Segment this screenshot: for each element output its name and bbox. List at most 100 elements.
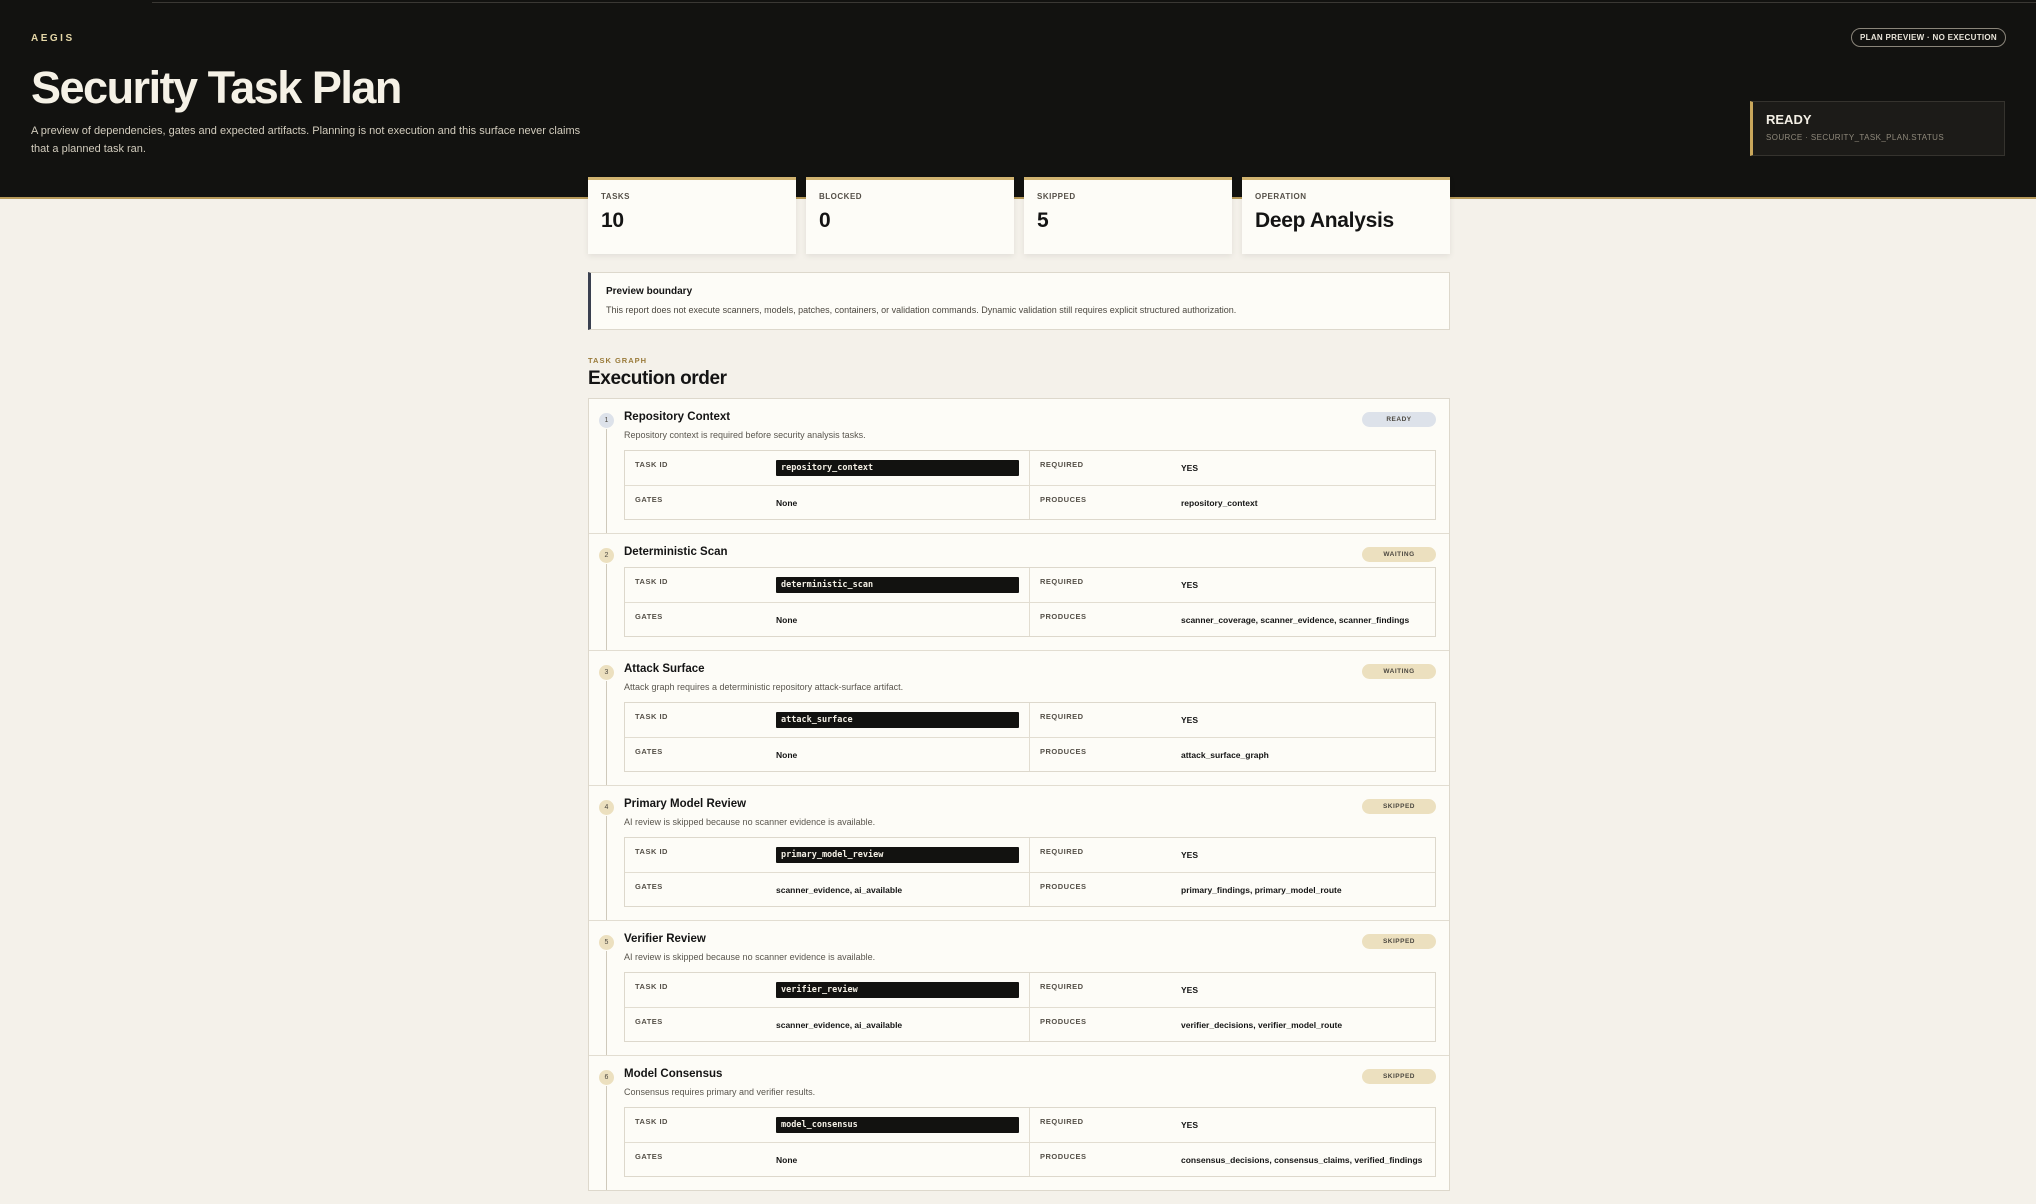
- task-id-code: model_consensus: [776, 1117, 1019, 1133]
- field-label: GATES: [635, 1017, 663, 1026]
- field-label: REQUIRED: [1040, 982, 1084, 991]
- gates-value: scanner_evidence, ai_available: [776, 884, 903, 895]
- field-label: TASK ID: [635, 577, 668, 586]
- field-label: TASK ID: [635, 1117, 668, 1126]
- field-label: REQUIRED: [1040, 577, 1084, 586]
- required-cell: REQUIRED YES: [1030, 973, 1435, 1008]
- required-value: YES: [1181, 715, 1199, 725]
- task-id-code: deterministic_scan: [776, 577, 1019, 593]
- required-cell: REQUIRED YES: [1030, 568, 1435, 603]
- field-label: PRODUCES: [1040, 882, 1087, 891]
- field-label: TASK ID: [635, 982, 668, 991]
- field-label: GATES: [635, 495, 663, 504]
- field-label: PRODUCES: [1040, 612, 1087, 621]
- required-value: YES: [1181, 463, 1199, 473]
- task-name: Model Consensus: [624, 1068, 723, 1080]
- mode-pill: PLAN PREVIEW · NO EXECUTION: [1851, 28, 2006, 47]
- task-id-cell: TASK ID attack_surface: [625, 703, 1030, 738]
- gates-value: scanner_evidence, ai_available: [776, 1019, 903, 1030]
- gates-value: None: [776, 749, 798, 760]
- produces-cell: PRODUCES consensus_decisions, consensus_c…: [1030, 1143, 1435, 1176]
- gates-cell: GATES None: [625, 486, 1030, 519]
- task-details: TASK ID attack_surface REQUIRED YES GATES N…: [624, 702, 1436, 772]
- step-number: 6: [599, 1070, 614, 1085]
- field-label: PRODUCES: [1040, 1017, 1087, 1026]
- field-label: REQUIRED: [1040, 847, 1084, 856]
- notice-text: This report does not execute scanners, m…: [606, 305, 1237, 315]
- field-label: TASK ID: [635, 712, 668, 721]
- task-item: 3 Attack Surface WAITING Attack graph re…: [589, 651, 1449, 786]
- timeline-rail: [606, 681, 607, 785]
- stat-card-blocked: BLOCKED 0: [806, 177, 1014, 254]
- status-badge: SKIPPED: [1362, 1069, 1436, 1084]
- status-badge: WAITING: [1362, 664, 1436, 679]
- required-value: YES: [1181, 1120, 1199, 1130]
- task-item: 6 Model Consensus SKIPPED Consensus requ…: [589, 1056, 1449, 1190]
- stats-row: TASKS 10 BLOCKED 0 SKIPPED 5 OPERATION D…: [588, 177, 1450, 254]
- stat-label: SKIPPED: [1037, 192, 1076, 201]
- produces-cell: PRODUCES verifier_decisions, verifier_mod…: [1030, 1008, 1435, 1041]
- field-label: REQUIRED: [1040, 712, 1084, 721]
- field-label: PRODUCES: [1040, 1152, 1087, 1161]
- stat-card-skipped: SKIPPED 5: [1024, 177, 1232, 254]
- stat-label: OPERATION: [1255, 192, 1307, 201]
- plan-status-value: READY: [1766, 112, 1812, 127]
- field-label: GATES: [635, 747, 663, 756]
- timeline-rail: [606, 816, 607, 920]
- task-id-code: primary_model_review: [776, 847, 1019, 863]
- task-name: Attack Surface: [624, 663, 705, 675]
- task-description: AI review is skipped because no scanner …: [624, 952, 876, 962]
- task-id-cell: TASK ID verifier_review: [625, 973, 1030, 1008]
- stat-value: 10: [601, 209, 624, 232]
- step-number: 5: [599, 935, 614, 950]
- step-number: 2: [599, 548, 614, 563]
- task-name: Verifier Review: [624, 933, 706, 945]
- task-list: 1 Repository Context READY Repository co…: [588, 398, 1450, 1191]
- task-id-code: verifier_review: [776, 982, 1019, 998]
- header-top-divider: [152, 2, 2036, 3]
- required-cell: REQUIRED YES: [1030, 1108, 1435, 1143]
- produces-cell: PRODUCES repository_context: [1030, 486, 1435, 519]
- stat-card-tasks: TASKS 10: [588, 177, 796, 254]
- step-number: 3: [599, 665, 614, 680]
- produces-cell: PRODUCES primary_findings, primary_model_…: [1030, 873, 1435, 906]
- task-item: 1 Repository Context READY Repository co…: [589, 399, 1449, 534]
- task-description: Attack graph requires a deterministic re…: [624, 682, 904, 692]
- timeline-rail: [606, 564, 607, 650]
- gates-cell: GATES None: [625, 603, 1030, 636]
- field-label: GATES: [635, 1152, 663, 1161]
- field-label: PRODUCES: [1040, 747, 1087, 756]
- task-details: TASK ID primary_model_review REQUIRED YES …: [624, 837, 1436, 907]
- field-label: GATES: [635, 882, 663, 891]
- page-description: A preview of dependencies, gates and exp…: [31, 125, 581, 155]
- task-item: 5 Verifier Review SKIPPED AI review is s…: [589, 921, 1449, 1056]
- field-label: TASK ID: [635, 460, 668, 469]
- required-value: YES: [1181, 580, 1199, 590]
- task-id-cell: TASK ID model_consensus: [625, 1108, 1030, 1143]
- task-id-cell: TASK ID primary_model_review: [625, 838, 1030, 873]
- field-label: REQUIRED: [1040, 1117, 1084, 1126]
- step-number: 1: [599, 413, 614, 428]
- stat-label: TASKS: [601, 192, 631, 201]
- produces-value: attack_surface_graph: [1181, 749, 1269, 760]
- produces-value: scanner_coverage, scanner_evidence, scan…: [1181, 614, 1410, 625]
- task-item: 4 Primary Model Review SKIPPED AI review…: [589, 786, 1449, 921]
- stat-value: 0: [819, 209, 831, 232]
- task-details: TASK ID verifier_review REQUIRED YES GATES…: [624, 972, 1436, 1042]
- task-details: TASK ID repository_context REQUIRED YES GA…: [624, 450, 1436, 520]
- produces-value: verifier_decisions, verifier_model_route: [1181, 1019, 1343, 1030]
- required-cell: REQUIRED YES: [1030, 838, 1435, 873]
- section-title: Execution order: [588, 368, 727, 389]
- field-label: REQUIRED: [1040, 460, 1084, 469]
- task-id-code: attack_surface: [776, 712, 1019, 728]
- task-description: Consensus requires primary and verifier …: [624, 1087, 816, 1097]
- status-badge: SKIPPED: [1362, 799, 1436, 814]
- produces-cell: PRODUCES attack_surface_graph: [1030, 738, 1435, 771]
- plan-status-card: READY SOURCE · SECURITY_TASK_PLAN.STATUS: [1750, 101, 2005, 156]
- brand-logo-text: AEGIS: [31, 33, 75, 44]
- task-id-code: repository_context: [776, 460, 1019, 476]
- section-eyebrow: TASK GRAPH: [588, 356, 648, 365]
- task-description: AI review is skipped because no scanner …: [624, 817, 876, 827]
- task-id-cell: TASK ID repository_context: [625, 451, 1030, 486]
- required-cell: REQUIRED YES: [1030, 703, 1435, 738]
